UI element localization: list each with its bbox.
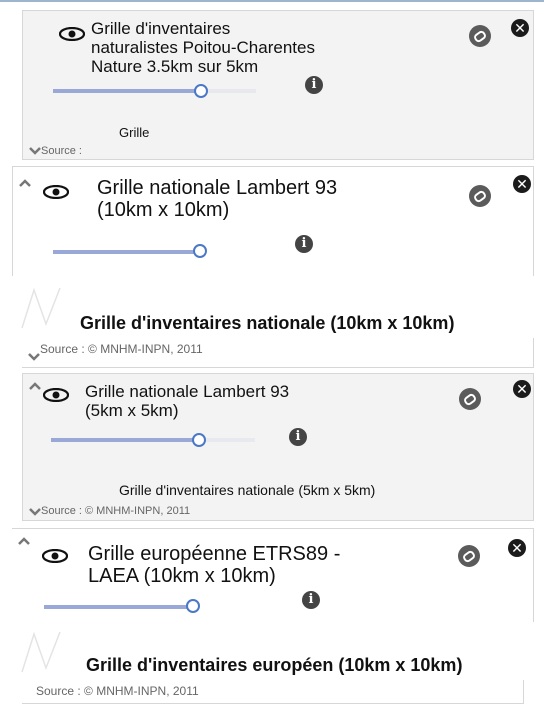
eye-icon[interactable]: [59, 27, 85, 41]
layer-footer-2: Source : © MNHM-INPN, 2011: [22, 338, 534, 368]
close-icon[interactable]: ✕: [513, 175, 531, 193]
opacity-slider-knob[interactable]: [193, 244, 207, 258]
legend-label: Grille d'inventaires nationale (10km x 1…: [80, 313, 455, 333]
expand-caret-icon[interactable]: [29, 508, 41, 516]
link-icon[interactable]: [469, 185, 491, 207]
link-icon[interactable]: [459, 388, 481, 410]
layer-title-line: (10km x 10km): [97, 199, 230, 222]
link-icon[interactable]: [458, 545, 480, 567]
expand-caret-icon[interactable]: [28, 353, 40, 361]
layer-title: Grille d'inventaires naturalistes Poitou…: [91, 19, 315, 76]
link-icon[interactable]: [469, 25, 491, 47]
layer-card-4: Grille européenne ETRS89 - LAEA (10km x …: [12, 528, 534, 622]
collapse-caret-icon[interactable]: [19, 179, 31, 187]
opacity-slider-knob[interactable]: [186, 599, 200, 613]
close-icon[interactable]: ✕: [513, 380, 531, 398]
legend-swatch: [21, 287, 61, 329]
close-icon[interactable]: ✕: [508, 539, 526, 557]
source-text: Source : © MNHM-INPN, 2011: [41, 505, 191, 517]
legend-label: Grille: [119, 125, 150, 140]
expand-caret-icon[interactable]: [29, 147, 41, 155]
info-icon[interactable]: i: [289, 428, 307, 446]
opacity-slider-track[interactable]: [53, 250, 203, 254]
opacity-slider-track[interactable]: [51, 438, 199, 442]
layer-title-line: Grille nationale Lambert 93: [85, 382, 290, 401]
info-icon[interactable]: i: [302, 591, 320, 609]
source-text: Source :: [41, 145, 82, 157]
layer-footer-4: Source : © MNHM-INPN, 2011: [22, 680, 524, 704]
legend-swatch: [21, 631, 61, 673]
opacity-slider-rest[interactable]: [199, 438, 255, 442]
layer-title-line: naturalistes Poitou-Charentes: [91, 38, 315, 58]
eye-icon[interactable]: [43, 388, 69, 402]
layer-title-line: Grille européenne ETRS89 -: [88, 543, 341, 565]
opacity-slider-track[interactable]: [44, 605, 196, 609]
collapse-caret-icon[interactable]: [29, 382, 41, 390]
source-text: Source : © MNHM-INPN, 2011: [40, 342, 203, 356]
collapse-caret-icon[interactable]: [18, 537, 30, 545]
close-icon[interactable]: ✕: [511, 19, 529, 37]
top-border: [0, 0, 544, 2]
source-text: Source : © MNHM-INPN, 2011: [36, 684, 199, 698]
legend-label: Grille d'inventaires européen (10km x 10…: [86, 655, 463, 675]
layer-title-line: Grille d'inventaires: [91, 19, 231, 38]
legend-label: Grille d'inventaires nationale (5km x 5k…: [119, 482, 376, 498]
opacity-slider-knob[interactable]: [192, 433, 206, 447]
layer-card-2: Grille nationale Lambert 93 (10km x 10km…: [12, 166, 534, 276]
opacity-slider-rest[interactable]: [201, 89, 256, 93]
eye-icon[interactable]: [42, 549, 68, 563]
layer-card-3: Grille nationale Lambert 93 (5km x 5km) …: [22, 373, 534, 521]
info-icon[interactable]: i: [295, 235, 313, 253]
layer-title-line: Grille nationale Lambert 93: [97, 177, 338, 199]
eye-icon[interactable]: [43, 185, 69, 199]
layer-title-line: (5km x 5km): [85, 401, 179, 421]
opacity-slider-knob[interactable]: [194, 84, 208, 98]
layer-title-line: Nature 3.5km sur 5km: [91, 57, 259, 77]
info-icon[interactable]: i: [305, 76, 323, 94]
layer-card-1: Grille d'inventaires naturalistes Poitou…: [22, 10, 534, 160]
layer-title-line: LAEA (10km x 10km): [88, 565, 276, 588]
layer-title: Grille européenne ETRS89 - LAEA (10km x …: [88, 543, 340, 588]
layer-title: Grille nationale Lambert 93 (5km x 5km): [85, 382, 289, 420]
opacity-slider-track[interactable]: [53, 89, 201, 93]
layer-title: Grille nationale Lambert 93 (10km x 10km…: [97, 177, 337, 222]
